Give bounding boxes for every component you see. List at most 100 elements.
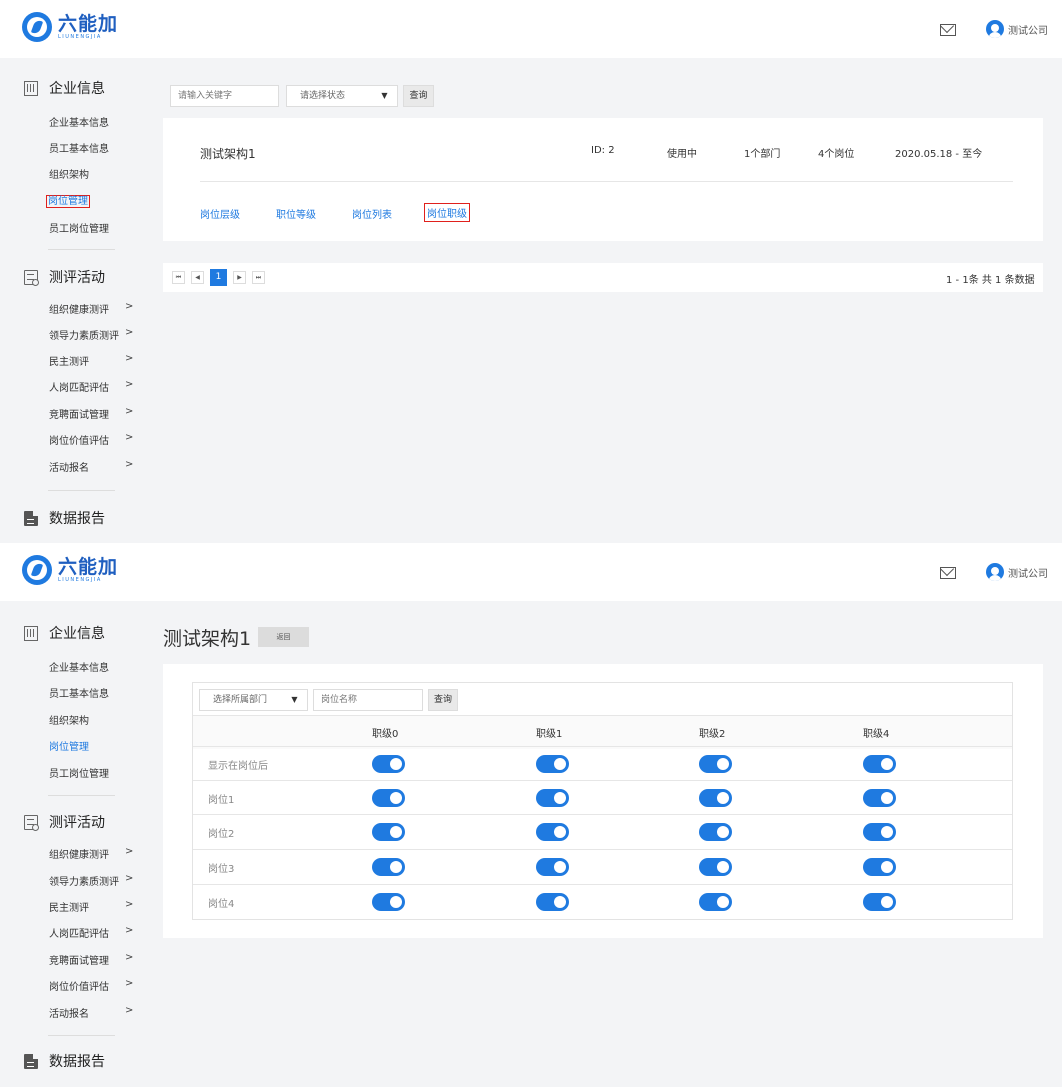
rank-toggle[interactable] xyxy=(536,789,569,807)
sidebar-item-registration[interactable]: 活动报名 xyxy=(49,459,89,474)
logo-text: 六能加 xyxy=(58,13,119,35)
back-button[interactable]: 返回 xyxy=(258,627,309,647)
rank-toggle[interactable] xyxy=(372,789,405,807)
first-page-icon[interactable]: ⏮ xyxy=(172,271,185,284)
avatar xyxy=(986,563,1004,581)
sidebar-item-person-post-match[interactable]: 人岗匹配评估 xyxy=(49,379,109,394)
column-header: 职级1 xyxy=(536,729,563,740)
architecture-card: 测试架构1 ID: 2 使用中 1个部门 4个岗位 2020.05.18 - 至… xyxy=(163,118,1043,241)
keyword-search-input[interactable]: 请输入关键字 xyxy=(170,85,279,107)
department-select[interactable]: 选择所属部门 ▼ xyxy=(199,689,308,711)
screen-position-management: 六能加 LIUNENGJIA 测试公司 企业信息 企业基本信息 员工基本信息 组… xyxy=(0,0,1062,543)
chevron-right-icon: > xyxy=(125,952,134,963)
prev-page-icon[interactable]: ◀ xyxy=(191,271,204,284)
sidebar: 企业信息 企业基本信息 员工基本信息 组织架构 岗位管理 员工岗位管理 测评活动… xyxy=(0,601,146,1087)
architecture-id: ID: 2 xyxy=(591,145,615,156)
row-label: 岗位1 xyxy=(208,795,235,806)
sidebar-group-assessment[interactable]: 测评活动 xyxy=(24,267,105,287)
page-title: 测试架构1 xyxy=(163,628,252,650)
rank-toggle[interactable] xyxy=(536,858,569,876)
sidebar-item-position-management[interactable]: 岗位管理 xyxy=(46,192,90,208)
chevron-right-icon: > xyxy=(125,899,134,910)
sidebar-item-employee-position[interactable]: 员工岗位管理 xyxy=(49,765,109,780)
sidebar-item-interview[interactable]: 竞聘面试管理 xyxy=(49,952,109,967)
rank-toggle[interactable] xyxy=(536,755,569,773)
rank-toggle[interactable] xyxy=(863,755,896,773)
sidebar-item-org-health[interactable]: 组织健康测评 xyxy=(49,846,109,861)
sidebar-item-interview[interactable]: 竞聘面试管理 xyxy=(49,406,109,421)
rank-toggle[interactable] xyxy=(699,823,732,841)
sidebar-item-position-value[interactable]: 岗位价值评估 xyxy=(49,432,109,447)
logo[interactable]: 六能加 LIUNENGJIA xyxy=(22,12,118,42)
logo-text: 六能加 xyxy=(58,556,119,578)
chevron-right-icon: > xyxy=(125,327,134,338)
rank-toggle[interactable] xyxy=(699,755,732,773)
sidebar-item-leadership[interactable]: 领导力素质测评 xyxy=(49,327,119,342)
link-job-grades[interactable]: 职位等级 xyxy=(276,206,316,221)
sidebar-group-report[interactable]: 数据报告 xyxy=(24,1051,105,1071)
sidebar-item-position-management[interactable]: 岗位管理 xyxy=(49,738,89,753)
sidebar-item-employee-info[interactable]: 员工基本信息 xyxy=(49,140,109,155)
mail-icon[interactable] xyxy=(940,567,956,579)
position-name-input[interactable]: 岗位名称 xyxy=(313,689,423,711)
rank-toggle[interactable] xyxy=(372,893,405,911)
sidebar-group-assessment[interactable]: 测评活动 xyxy=(24,812,105,832)
last-page-icon[interactable]: ⏭ xyxy=(252,271,265,284)
sidebar-item-org-health[interactable]: 组织健康测评 xyxy=(49,301,109,316)
report-doc-icon xyxy=(24,1053,38,1069)
sidebar-group-title: 测评活动 xyxy=(49,270,105,286)
sidebar-item-democratic[interactable]: 民主测评 xyxy=(49,899,89,914)
link-position-hierarchy[interactable]: 岗位层级 xyxy=(200,206,240,221)
card-divider xyxy=(200,181,1013,182)
assessment-list-icon xyxy=(24,814,39,831)
sidebar-item-enterprise-info[interactable]: 企业基本信息 xyxy=(49,659,109,674)
sidebar-item-leadership[interactable]: 领导力素质测评 xyxy=(49,873,119,888)
rank-toggle[interactable] xyxy=(699,858,732,876)
architecture-status: 使用中 xyxy=(667,149,697,160)
link-position-list[interactable]: 岗位列表 xyxy=(352,206,392,221)
rank-toggle[interactable] xyxy=(863,858,896,876)
status-select[interactable]: 请选择状态 ▼ xyxy=(286,85,398,107)
sidebar-item-position-value[interactable]: 岗位价值评估 xyxy=(49,978,109,993)
link-position-ranks[interactable]: 岗位职级 xyxy=(424,203,470,222)
rank-toggle[interactable] xyxy=(699,789,732,807)
rank-toggle[interactable] xyxy=(863,823,896,841)
query-button[interactable]: 查询 xyxy=(428,689,458,711)
chevron-right-icon: > xyxy=(125,432,134,443)
rank-toggle[interactable] xyxy=(372,755,405,773)
rank-toggle[interactable] xyxy=(536,823,569,841)
sidebar-group-title: 企业信息 xyxy=(49,81,105,97)
sidebar-item-label: 岗位管理 xyxy=(46,195,90,208)
sidebar-item-democratic[interactable]: 民主测评 xyxy=(49,353,89,368)
current-page-button[interactable]: 1 xyxy=(210,269,227,286)
sidebar-item-employee-position[interactable]: 员工岗位管理 xyxy=(49,220,109,235)
user-menu[interactable]: 测试公司 xyxy=(986,20,1048,38)
sidebar-group-enterprise[interactable]: 企业信息 xyxy=(24,623,105,643)
chevron-right-icon: > xyxy=(125,459,134,470)
mail-icon[interactable] xyxy=(940,24,956,36)
sidebar-item-enterprise-info[interactable]: 企业基本信息 xyxy=(49,114,109,129)
sidebar-divider xyxy=(48,249,115,250)
position-count: 4个岗位 xyxy=(818,149,855,160)
rank-toggle[interactable] xyxy=(863,893,896,911)
sidebar-item-org-structure[interactable]: 组织架构 xyxy=(49,712,89,727)
sidebar-item-employee-info[interactable]: 员工基本信息 xyxy=(49,685,109,700)
sidebar-item-org-structure[interactable]: 组织架构 xyxy=(49,166,89,181)
user-menu[interactable]: 测试公司 xyxy=(986,563,1048,581)
rank-toggle[interactable] xyxy=(536,893,569,911)
rank-toggle[interactable] xyxy=(699,893,732,911)
assessment-list-icon xyxy=(24,269,39,286)
chevron-right-icon: > xyxy=(125,873,134,884)
logo[interactable]: 六能加 LIUNENGJIA xyxy=(22,555,118,585)
logo-subtext: LIUNENGJIA xyxy=(58,577,102,583)
sidebar-group-enterprise[interactable]: 企业信息 xyxy=(24,78,105,98)
sidebar-item-registration[interactable]: 活动报名 xyxy=(49,1005,89,1020)
sidebar: 企业信息 企业基本信息 员工基本信息 组织架构 岗位管理 员工岗位管理 测评活动… xyxy=(0,58,146,543)
next-page-icon[interactable]: ▶ xyxy=(233,271,246,284)
query-button[interactable]: 查询 xyxy=(403,85,434,107)
rank-toggle[interactable] xyxy=(863,789,896,807)
rank-toggle[interactable] xyxy=(372,858,405,876)
sidebar-group-report[interactable]: 数据报告 xyxy=(24,508,105,528)
rank-toggle[interactable] xyxy=(372,823,405,841)
sidebar-item-person-post-match[interactable]: 人岗匹配评估 xyxy=(49,925,109,940)
